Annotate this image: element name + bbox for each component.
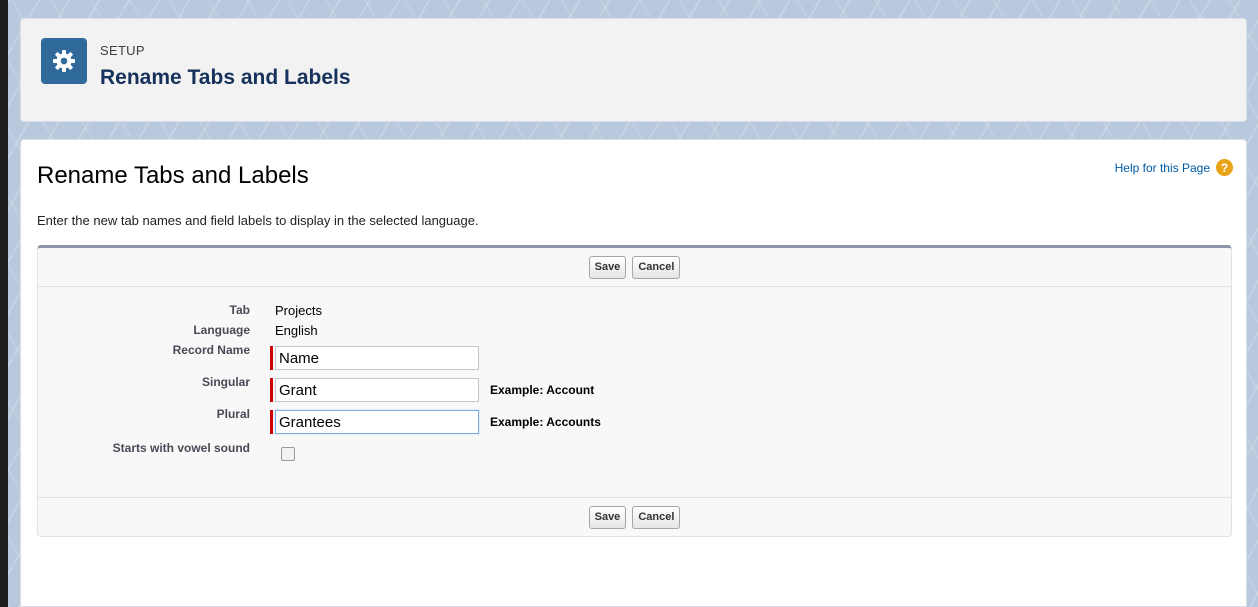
help-link[interactable]: Help for this Page [1115,161,1210,175]
app-background: SETUP Rename Tabs and Labels Rename Tabs… [8,0,1258,607]
vowel-sound-label: Starts with vowel sound [112,441,250,455]
tab-value: Projects [275,303,322,318]
singular-label: Singular [201,375,250,389]
record-name-label: Record Name [172,343,250,357]
tab-label: Tab [229,303,250,317]
save-button[interactable]: Save [588,255,627,279]
language-label: Language [193,323,250,337]
required-indicator [270,410,273,434]
page-header: SETUP Rename Tabs and Labels [20,18,1247,122]
plural-example: Example: Accounts [490,415,601,429]
bottom-button-row: Save Cancel [38,497,1231,536]
language-value: English [275,323,318,338]
singular-example: Example: Account [490,383,595,397]
rename-form: Save Cancel Tab Projects Language Englis… [37,245,1232,537]
cancel-button[interactable]: Cancel [632,505,681,529]
header-title: Rename Tabs and Labels [100,66,351,89]
header-eyebrow: SETUP [100,43,145,58]
help-icon[interactable]: ? [1216,159,1233,176]
page-title: Rename Tabs and Labels [37,162,309,189]
gear-icon [41,38,87,84]
required-indicator [270,346,273,370]
instructions-text: Enter the new tab names and field labels… [37,213,479,228]
main-content: Rename Tabs and Labels Help for this Pag… [20,139,1247,607]
plural-label: Plural [216,407,250,421]
record-name-input[interactable] [275,346,479,370]
cancel-button[interactable]: Cancel [632,255,681,279]
plural-input[interactable] [275,410,479,434]
save-button[interactable]: Save [588,505,627,529]
top-button-row: Save Cancel [38,248,1231,287]
vowel-sound-checkbox[interactable] [281,447,295,461]
required-indicator [270,378,273,402]
singular-input[interactable] [275,378,479,402]
